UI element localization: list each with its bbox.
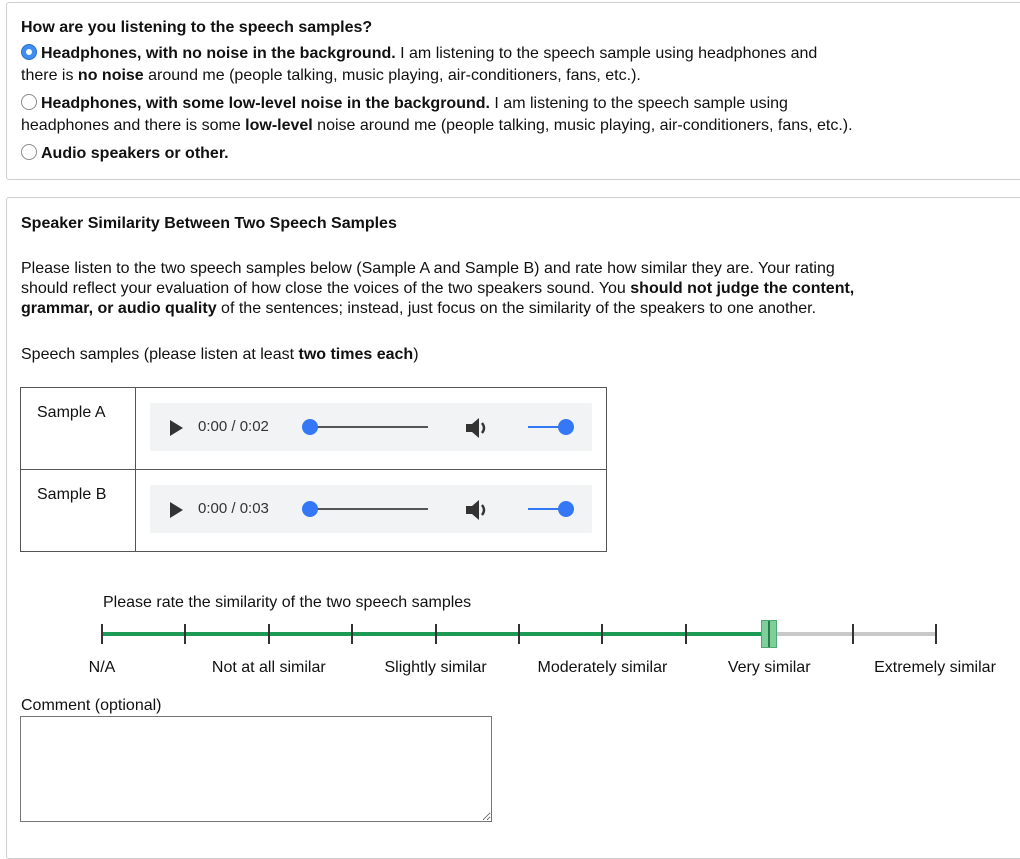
- sample-b-audio-player: 0:00 / 0:03: [150, 485, 592, 533]
- option-2-desc-line2: headphones and there is some low-level n…: [21, 116, 853, 136]
- sample-a-player-cell: 0:00 / 0:02: [135, 387, 607, 470]
- slider-tick: [518, 624, 520, 644]
- instructions-line-2: should reflect your evaluation of how cl…: [21, 279, 854, 299]
- slider-handle[interactable]: [761, 620, 778, 648]
- samples-intro-pre: Speech samples (please listen at least: [21, 346, 299, 363]
- option-2-desc: I am listening to the speech sample usin…: [489, 95, 788, 112]
- slider-tick: [434, 624, 437, 644]
- slider-label: Moderately similar: [537, 659, 668, 676]
- sample-b-volume-thumb[interactable]: [558, 501, 574, 517]
- sample-b-progress-track[interactable]: [310, 508, 428, 510]
- option-2-desc-rest: noise around me (people talking, music p…: [312, 117, 853, 134]
- samples-intro-bold: two times each: [298, 346, 414, 363]
- option-headphones-no-noise[interactable]: Headphones, with no noise in the backgro…: [21, 44, 817, 64]
- slider-label: Not at all similar: [211, 659, 326, 676]
- sample-row-a: Sample A 0:00 / 0:02: [20, 387, 607, 470]
- slider-label: Very similar: [727, 659, 811, 676]
- comment-label: Comment (optional): [21, 697, 162, 714]
- sample-a-progress-thumb[interactable]: [302, 419, 318, 435]
- slider-tick: [684, 624, 687, 644]
- sample-b-player-cell: 0:00 / 0:03: [135, 469, 607, 552]
- sample-b-label: Sample B: [37, 486, 107, 503]
- slider-label: Slightly similar: [384, 659, 487, 676]
- similarity-panel: Speaker Similarity Between Two Speech Sa…: [6, 197, 1020, 859]
- volume-icon[interactable]: [464, 498, 492, 522]
- option-3-title: Audio speakers or other.: [41, 145, 229, 162]
- sample-a-label-cell: Sample A: [20, 387, 136, 470]
- option-audio-speakers[interactable]: Audio speakers or other.: [21, 144, 229, 164]
- listening-question: How are you listening to the speech samp…: [21, 19, 373, 36]
- instructions-line-3-bold: grammar, or audio quality: [21, 300, 217, 317]
- option-2-desc-bold: low-level: [245, 117, 313, 134]
- volume-icon[interactable]: [464, 416, 492, 440]
- section-title: Speaker Similarity Between Two Speech Sa…: [21, 215, 397, 232]
- samples-intro-post: ): [413, 346, 419, 363]
- samples-table: Sample A 0:00 / 0:02 Sample B 0:00 / 0:0…: [20, 387, 607, 552]
- option-1-desc-rest: around me (people talking, music playing…: [143, 67, 641, 84]
- slider-tick: [851, 624, 854, 644]
- slider-tick: [184, 624, 187, 644]
- sample-a-time: 0:00 / 0:02: [198, 418, 269, 435]
- similarity-slider[interactable]: [101, 616, 942, 656]
- sample-a-progress-track[interactable]: [310, 426, 428, 428]
- radio-audio-speakers[interactable]: [21, 144, 37, 160]
- sample-b-progress-thumb[interactable]: [302, 501, 318, 517]
- instructions-line-3-text: of the sentences; instead, just focus on…: [216, 300, 817, 317]
- option-1-desc-pre: there is: [21, 67, 78, 84]
- slider-tick: [267, 624, 270, 644]
- option-1-desc-line2: there is no noise around me (people talk…: [21, 66, 641, 86]
- instructions-line-1: Please listen to the two speech samples …: [21, 260, 835, 277]
- sample-a-label: Sample A: [37, 404, 106, 421]
- instructions-line-3: grammar, or audio quality of the sentenc…: [21, 299, 816, 319]
- option-2-desc-pre: headphones and there is some: [21, 117, 246, 134]
- radio-headphones-no-noise[interactable]: [21, 44, 37, 60]
- instructions-line-2-bold: should not judge the content,: [630, 280, 855, 297]
- slider-tick: [601, 624, 604, 644]
- slider-label: Extremely similar: [874, 659, 996, 676]
- option-headphones-low-noise[interactable]: Headphones, with some low-level noise in…: [21, 94, 788, 114]
- option-1-title: Headphones, with no noise in the backgro…: [41, 45, 396, 62]
- play-icon[interactable]: [170, 502, 183, 518]
- sample-b-label-cell: Sample B: [20, 469, 136, 552]
- instructions-line-2-text: should reflect your evaluation of how cl…: [21, 280, 631, 297]
- comment-textarea[interactable]: [20, 716, 492, 822]
- option-2-title: Headphones, with some low-level noise in…: [41, 95, 490, 112]
- sample-b-time: 0:00 / 0:03: [198, 500, 269, 517]
- listening-setup-panel: How are you listening to the speech samp…: [6, 2, 1020, 180]
- sample-a-volume-thumb[interactable]: [558, 419, 574, 435]
- sample-row-b: Sample B 0:00 / 0:03: [20, 469, 607, 552]
- rating-prompt: Please rate the similarity of the two sp…: [103, 594, 472, 611]
- samples-intro: Speech samples (please listen at least t…: [21, 345, 419, 365]
- option-1-desc: I am listening to the speech sample usin…: [395, 45, 818, 62]
- option-1-desc-bold: no noise: [77, 67, 144, 84]
- slider-tick: [351, 624, 354, 644]
- play-icon[interactable]: [170, 420, 183, 436]
- slider-label: N/A: [88, 659, 116, 676]
- sample-a-audio-player: 0:00 / 0:02: [150, 403, 592, 451]
- slider-tick: [935, 624, 937, 644]
- radio-headphones-low-noise[interactable]: [21, 94, 37, 110]
- slider-tick: [101, 624, 103, 644]
